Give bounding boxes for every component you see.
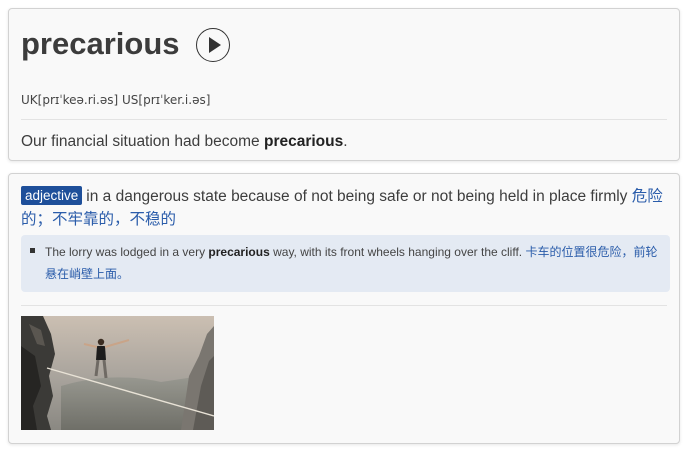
us-ipa: [prɪˈker.i.əs] <box>138 93 211 107</box>
divider <box>21 305 667 306</box>
divider <box>21 119 667 120</box>
part-of-speech-badge[interactable]: adjective <box>21 186 83 205</box>
uk-label: UK <box>21 93 38 107</box>
play-icon <box>209 37 221 53</box>
us-label: US <box>121 93 139 107</box>
definition-text: in a dangerous state because of not bein… <box>86 188 628 205</box>
example-sentence: The lorry was lodged in a very precariou… <box>45 245 658 281</box>
example-box: The lorry was lodged in a very precariou… <box>21 235 670 292</box>
headword-card: precarious UK[prɪˈkeə.ri.əs] US[prɪˈker.… <box>8 8 680 161</box>
example-keyword: precarious <box>208 245 270 259</box>
illustration-image <box>21 316 214 430</box>
bullet-icon <box>30 248 35 253</box>
play-audio-button[interactable] <box>196 28 230 62</box>
definition-card: adjective in a dangerous state because of… <box>8 173 680 444</box>
uk-ipa: [prɪˈkeə.ri.əs] <box>37 93 119 107</box>
example-keyword: precarious <box>263 133 344 150</box>
pronunciation: UK[prɪˈkeə.ri.əs] US[prɪˈker.i.əs] <box>21 93 210 107</box>
headword-example: Our financial situation had become preca… <box>21 133 348 150</box>
headword: precarious <box>21 26 180 61</box>
definition: adjective in a dangerous state because of… <box>21 185 669 231</box>
